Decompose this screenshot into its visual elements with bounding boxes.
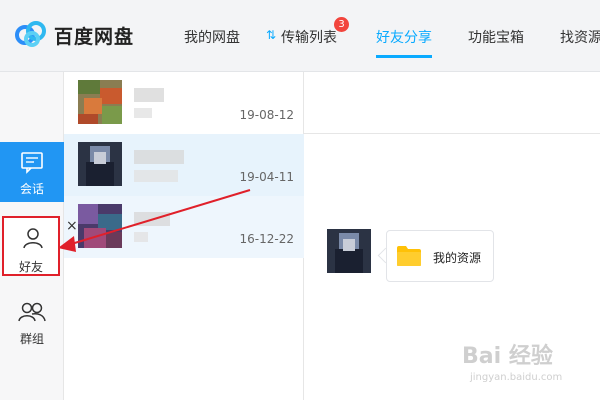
contact-name-blurred: [134, 212, 170, 226]
chat-icon: [21, 152, 43, 174]
contact-preview-blurred: [134, 170, 178, 182]
sidebar-item-label: 好友: [18, 260, 43, 274]
close-icon[interactable]: ×: [66, 218, 78, 234]
sidebar-item-label: 群组: [19, 332, 44, 346]
conversation-date: 19-08-12: [239, 108, 294, 122]
contact-preview-blurred: [134, 108, 152, 118]
contact-name-blurred: [134, 88, 164, 102]
active-tab-underline: [376, 55, 432, 58]
list-item[interactable]: 16-12-22: [64, 196, 304, 258]
sidebar-item-friends[interactable]: 好友: [2, 216, 60, 276]
top-bar: 百度网盘 我的网盘 ⇅ 传输列表 3 好友分享 功能宝箱 找资源: [0, 0, 600, 72]
avatar: [78, 142, 122, 186]
sidebar-item-groups[interactable]: 群组: [0, 292, 64, 352]
person-icon: [23, 228, 43, 249]
nav-transfer-list[interactable]: 传输列表: [281, 27, 337, 47]
avatar: [78, 80, 122, 124]
conversation-list: 19-08-12 19-04-11 16-12-22: [64, 72, 304, 400]
folder-icon: [397, 246, 421, 266]
conversation-date: 16-12-22: [239, 232, 294, 246]
nav-my-netdisk[interactable]: 我的网盘: [184, 27, 240, 47]
list-item[interactable]: 19-08-12: [64, 72, 304, 134]
chat-header: [304, 72, 600, 134]
nav-toolbox[interactable]: 功能宝箱: [468, 27, 524, 47]
transfer-count-badge: 3: [334, 17, 349, 32]
sidebar: 会话 好友 群组: [0, 72, 64, 400]
sidebar-item-conversations[interactable]: 会话: [0, 142, 64, 202]
watermark: Bai 经验: [462, 344, 553, 369]
avatar: [327, 229, 371, 273]
conversation-date: 19-04-11: [239, 170, 294, 184]
sidebar-item-label: 会话: [19, 182, 44, 196]
watermark-url: jingyan.baidu.com: [470, 372, 563, 383]
nav-find-resources[interactable]: 找资源: [560, 27, 600, 47]
contact-preview-blurred: [134, 232, 148, 242]
transfer-swap-icon: ⇅: [266, 28, 277, 42]
brand-name[interactable]: 百度网盘: [54, 22, 134, 49]
baidu-netdisk-logo-icon[interactable]: [14, 20, 48, 48]
shared-folder-name: 我的资源: [433, 251, 482, 265]
list-item[interactable]: 19-04-11: [64, 134, 304, 196]
group-icon: [18, 302, 46, 322]
nav-friend-share[interactable]: 好友分享: [376, 27, 432, 47]
contact-name-blurred: [134, 150, 184, 164]
avatar: [78, 204, 122, 248]
